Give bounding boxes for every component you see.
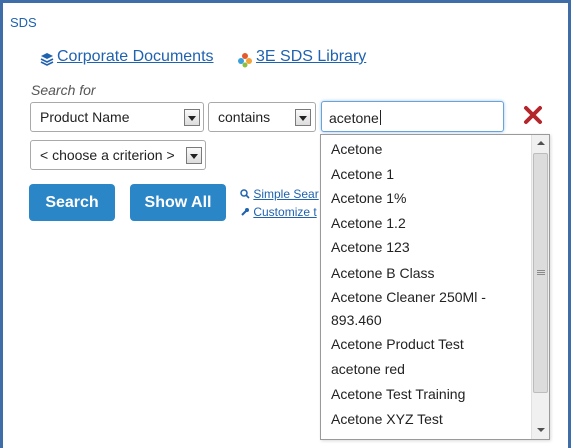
search-icon [240, 189, 250, 199]
chevron-down-icon [295, 109, 311, 126]
corporate-documents-link[interactable]: Corporate Documents [57, 48, 214, 66]
text-caret [379, 110, 381, 125]
search-field-value: Product Name [40, 109, 130, 125]
grip-line [537, 272, 545, 273]
suggestion-item[interactable]: Acetone Test Training [331, 383, 531, 405]
suggestion-item[interactable]: Acetone Cleaner 250Ml - 893.460 [331, 286, 531, 332]
scroll-thumb[interactable] [533, 153, 548, 393]
grip-line [537, 270, 545, 271]
close-icon[interactable] [522, 104, 544, 126]
suggestion-item[interactable]: Acetone Product Test [331, 333, 531, 355]
flower-icon [238, 53, 252, 68]
suggestion-item[interactable]: Acetone 123 [331, 236, 531, 258]
scroll-down-icon[interactable] [532, 421, 549, 438]
search-for-label: Search for [31, 82, 96, 98]
suggestion-item[interactable]: Acetone 1% [331, 187, 531, 209]
suggestion-item[interactable]: Acetone 1.2 [331, 212, 531, 234]
show-all-button[interactable]: Show All [130, 184, 226, 221]
dropdown-scrollbar[interactable] [531, 135, 549, 439]
search-field-select[interactable]: Product Name [30, 102, 204, 132]
criterion-select[interactable]: < choose a criterion > [30, 140, 206, 170]
stack-layers-icon [40, 53, 54, 66]
grip-line [537, 274, 545, 275]
simple-search-link[interactable]: Simple Sear [253, 187, 318, 201]
scroll-up-icon[interactable] [532, 135, 549, 152]
search-operator-select[interactable]: contains [208, 102, 316, 132]
suggestion-item[interactable]: Acetone XYZ Test [331, 408, 531, 430]
app-title: SDS [10, 15, 37, 30]
suggestion-item[interactable]: Acetone [331, 138, 531, 160]
suggestion-item[interactable]: Acetone 1 [331, 163, 531, 185]
chevron-down-icon [184, 109, 200, 126]
3e-sds-library-link[interactable]: 3E SDS Library [256, 48, 366, 66]
autocomplete-dropdown: Acetone Acetone 1 Acetone 1% Acetone 1.2… [320, 134, 550, 440]
suggestion-item[interactable]: Acetone B Class [331, 262, 531, 284]
search-operator-value: contains [218, 109, 271, 125]
chevron-down-icon [186, 147, 202, 164]
suggestion-item[interactable]: acetone red [331, 358, 531, 380]
search-button[interactable]: Search [29, 184, 115, 221]
wrench-icon [241, 208, 249, 216]
search-input-value: acetone [329, 110, 379, 126]
criterion-value: < choose a criterion > [40, 147, 175, 163]
search-input[interactable]: acetone [321, 101, 504, 132]
customize-link[interactable]: Customize t [253, 205, 316, 219]
